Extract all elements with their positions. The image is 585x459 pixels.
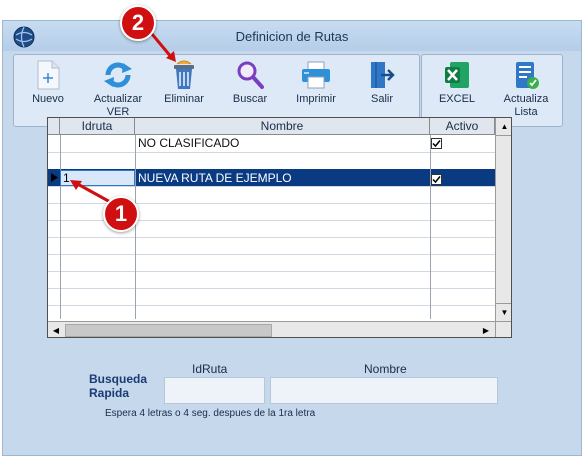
excel-button[interactable]: EXCEL	[425, 59, 489, 119]
new-document-icon	[37, 60, 60, 90]
clipboard-check-icon	[516, 62, 539, 89]
scroll-up-arrow-icon[interactable]: ▲	[496, 118, 511, 136]
eliminar-button[interactable]: Eliminar	[152, 59, 216, 119]
nombre-search-input[interactable]	[270, 377, 498, 404]
idruta-search-input[interactable]	[164, 377, 265, 404]
callout-badge-2: 2	[120, 5, 156, 41]
column-header-activo[interactable]: Activo	[430, 118, 495, 135]
row-selector-header	[48, 118, 60, 135]
imprimir-button[interactable]: Imprimir	[284, 59, 348, 119]
horizontal-scroll-thumb[interactable]	[65, 324, 272, 337]
cell-idruta[interactable]	[63, 135, 133, 151]
refresh-icon	[104, 62, 132, 88]
exit-door-icon	[371, 62, 395, 88]
column-header-idruta[interactable]: Idruta	[60, 118, 135, 135]
magnifier-icon	[237, 61, 264, 89]
search-hint: Espera 4 letras o 4 seg. despues de la 1…	[105, 408, 316, 419]
quick-search-title: Busqueda Rapida	[89, 372, 147, 400]
rapida-label: Rapida	[89, 386, 130, 400]
scroll-left-arrow-icon[interactable]: ◀	[48, 322, 64, 337]
cell-nombre[interactable]: NUEVA RUTA DE EJEMPLO	[138, 170, 428, 186]
scrollbar-corner	[495, 321, 511, 337]
column-header-nombre[interactable]: Nombre	[135, 118, 430, 135]
scroll-right-arrow-icon[interactable]: ▶	[478, 322, 494, 337]
horizontal-scrollbar[interactable]: ◀ ▶	[48, 321, 495, 337]
excel-label: EXCEL	[438, 93, 476, 105]
printer-icon	[302, 61, 330, 89]
activo-checkbox[interactable]	[431, 174, 442, 185]
window-title: Definicion de Rutas	[235, 29, 349, 44]
cell-nombre[interactable]: NO CLASIFICADO	[138, 135, 428, 151]
eliminar-label: Eliminar	[164, 93, 204, 105]
actualizar-label: Actualizar	[93, 93, 143, 105]
check-icon	[432, 140, 441, 148]
buscar-button[interactable]: Buscar	[218, 59, 282, 119]
nuevo-label: Nuevo	[32, 93, 64, 105]
title-bar: Definicion de Rutas	[3, 21, 581, 51]
actualiza-label: Actualiza	[503, 93, 549, 105]
nombre-search-label: Nombre	[364, 362, 407, 376]
scroll-down-arrow-icon[interactable]: ▼	[496, 303, 511, 321]
vertical-scrollbar[interactable]: ▲ ▼	[495, 118, 511, 321]
busqueda-label: Busqueda	[89, 372, 148, 386]
nuevo-button[interactable]: Nuevo	[16, 59, 80, 119]
imprimir-label: Imprimir	[296, 93, 336, 105]
callout-badge-1: 1	[103, 196, 139, 232]
row-pointer-icon	[51, 173, 58, 182]
excel-icon	[445, 62, 469, 88]
buscar-label: Buscar	[232, 93, 268, 105]
idruta-search-label: IdRuta	[192, 362, 228, 376]
activo-checkbox[interactable]	[431, 138, 442, 149]
actualiza-lista-button[interactable]: Actualiza Lista	[494, 59, 558, 119]
salir-label: Salir	[370, 93, 393, 105]
check-icon	[432, 176, 441, 184]
actualizar-ver-button[interactable]: Actualizar VER	[86, 59, 150, 119]
salir-button[interactable]: Salir	[350, 59, 414, 119]
